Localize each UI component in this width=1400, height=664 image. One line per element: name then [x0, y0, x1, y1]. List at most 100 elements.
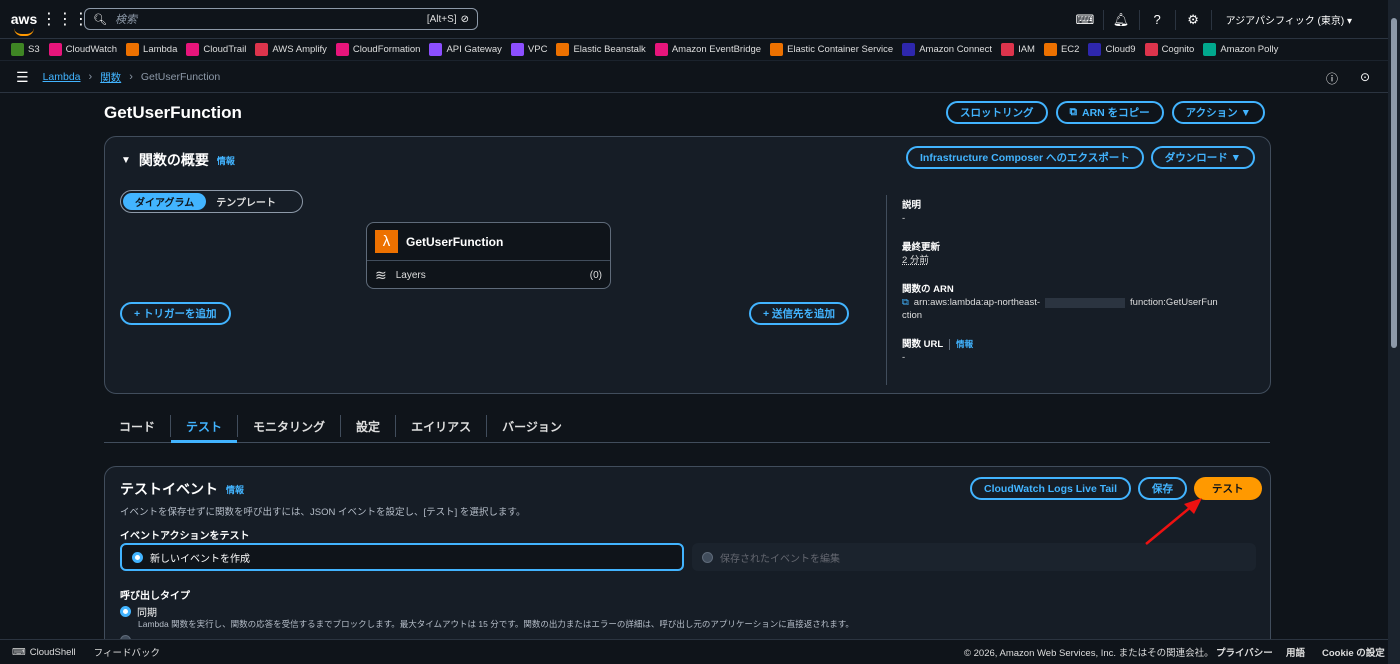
tab-2[interactable]: モニタリング	[238, 415, 342, 437]
overview-info-link[interactable]: 情報	[217, 154, 235, 167]
test-info-link[interactable]: 情報	[226, 483, 244, 496]
edit-saved-label: 保存されたイベントを編集	[720, 553, 840, 565]
function-url-value: -	[902, 352, 906, 363]
export-composer-button[interactable]: Infrastructure Composer へのエクスポート	[906, 146, 1144, 169]
tab-4[interactable]: エイリアス	[396, 415, 488, 437]
tab-1[interactable]: テスト	[171, 415, 239, 443]
layers-label[interactable]: Layers	[396, 270, 426, 281]
favorite-label: Cognito	[1161, 44, 1195, 55]
favorite-label: AWS Amplify	[272, 44, 327, 55]
favorite-s3[interactable]: S3	[11, 43, 40, 56]
live-tail-button[interactable]: CloudWatch Logs Live Tail	[970, 477, 1132, 500]
service-icon	[510, 43, 524, 56]
services-menu-icon[interactable]: ⋮⋮⋮	[41, 9, 89, 29]
arrow-line	[1145, 505, 1193, 545]
test-event-panel: テストイベント 情報 CloudWatch Logs Live Tail 保存 …	[104, 466, 1271, 656]
cookie-link[interactable]: Cookie の設定	[1322, 645, 1385, 659]
breadcrumb-lambda[interactable]: Lambda	[43, 71, 81, 83]
new-event-radio[interactable]	[132, 551, 143, 563]
arn-part1: arn:aws:lambda:ap-northeast-	[913, 297, 1041, 308]
last-modified-label: 最終更新	[902, 242, 941, 253]
favorite-amazon-polly[interactable]: Amazon Polly	[1203, 43, 1278, 56]
cloudshell-label: CloudShell	[29, 646, 76, 658]
favorite-lambda[interactable]: Lambda	[126, 43, 177, 56]
toggle-diagram[interactable]: ダイアグラム	[123, 193, 207, 210]
favorite-api-gateway[interactable]: API Gateway	[429, 43, 502, 56]
cloudshell-icon[interactable]: ⌨	[1068, 9, 1104, 30]
favorite-aws-amplify[interactable]: AWS Amplify	[255, 43, 327, 56]
favorite-label: API Gateway	[446, 44, 502, 55]
divider	[949, 339, 951, 350]
add-trigger-button[interactable]: + トリガーを追加	[120, 302, 231, 325]
favorite-label: Cloud9	[1105, 44, 1136, 55]
actions-dropdown[interactable]: アクション ▼	[1171, 101, 1265, 124]
collapse-caret-icon[interactable]: ▼	[121, 155, 131, 166]
service-icon	[1144, 43, 1158, 56]
function-tabs: コード テスト モニタリング 設定 エイリアス バージョン	[104, 410, 1270, 443]
new-event-option[interactable]: 新しいイベントを作成	[120, 543, 684, 571]
service-icon	[11, 43, 24, 56]
favorite-label: Amazon Connect	[919, 44, 993, 55]
layers-icon: ≋	[375, 266, 387, 283]
service-icon	[654, 43, 668, 56]
copy-icon[interactable]: ⧉	[902, 296, 909, 309]
cloudshell-link[interactable]: ⌨ CloudShell	[12, 647, 76, 658]
favorite-cloudformation[interactable]: CloudFormation	[335, 43, 420, 56]
add-destination-button[interactable]: + 送信先を追加	[749, 302, 850, 325]
service-icon	[556, 43, 570, 56]
favorite-amazon-connect[interactable]: Amazon Connect	[902, 43, 992, 56]
favorite-iam[interactable]: IAM	[1001, 43, 1035, 56]
favorite-amazon-eventbridge[interactable]: Amazon EventBridge	[654, 43, 761, 56]
favorite-label: Elastic Container Service	[787, 44, 894, 55]
sync-radio[interactable]	[120, 606, 131, 617]
feedback-link[interactable]: フィードバック	[94, 645, 160, 659]
favorite-label: CloudWatch	[65, 44, 118, 55]
favorite-label: IAM	[1018, 44, 1035, 55]
settings-gear-icon[interactable]: ⚙	[1176, 9, 1212, 30]
favorite-ec2[interactable]: EC2	[1043, 43, 1079, 56]
help-icon[interactable]: ?	[1140, 9, 1176, 30]
hamburger-menu-icon[interactable]: ☰	[16, 69, 29, 86]
history-icon[interactable]: ⊙	[1360, 70, 1370, 84]
service-icon	[429, 43, 443, 56]
tab-0[interactable]: コード	[104, 415, 172, 437]
search-clear-icon[interactable]: ⊘	[461, 14, 469, 25]
event-action-label: イベントアクションをテスト	[120, 531, 250, 542]
tab-5[interactable]: バージョン	[487, 415, 577, 437]
favorite-vpc[interactable]: VPC	[510, 43, 547, 56]
favorite-elastic-container-service[interactable]: Elastic Container Service	[770, 43, 893, 56]
info-icon[interactable]: ⓘ	[1326, 70, 1338, 87]
toggle-template[interactable]: テンプレート	[206, 194, 286, 209]
notifications-bell-icon[interactable]: 🔔︎	[1104, 9, 1140, 30]
service-icon	[48, 43, 62, 56]
favorite-elastic-beanstalk[interactable]: Elastic Beanstalk	[556, 43, 646, 56]
download-dropdown[interactable]: ダウンロード ▼	[1150, 146, 1256, 169]
copy-arn-button[interactable]: ⧉ ARN をコピー	[1055, 101, 1164, 124]
lambda-icon: λ	[375, 230, 398, 253]
search-input[interactable]: 🔍︎ 検索 [Alt+S] ⊘	[84, 8, 478, 30]
privacy-link[interactable]: プライバシー	[1216, 645, 1273, 659]
page-scrollbar[interactable]	[1388, 0, 1400, 664]
new-event-label: 新しいイベントを作成	[150, 553, 250, 565]
favorite-cloudtrail[interactable]: CloudTrail	[186, 43, 246, 56]
function-arn: ⧉ arn:aws:lambda:ap-northeast- function:…	[902, 296, 1247, 309]
scrollbar-thumb[interactable]	[1391, 18, 1397, 348]
chevron-right-icon: ›	[129, 71, 133, 83]
favorite-label: Elastic Beanstalk	[573, 44, 646, 55]
favorite-cloud9[interactable]: Cloud9	[1088, 43, 1136, 56]
function-url-info-link[interactable]: 情報	[956, 338, 973, 351]
tab-3[interactable]: 設定	[341, 415, 397, 437]
copy-arn-label: ARN をコピー	[1082, 107, 1150, 119]
terms-link[interactable]: 用語	[1286, 645, 1305, 659]
region-selector[interactable]: アジアパシフィック (東京) ▾	[1212, 12, 1352, 27]
aws-logo[interactable]: aws	[0, 11, 48, 36]
terminal-icon: ⌨	[12, 646, 26, 658]
favorite-cognito[interactable]: Cognito	[1144, 43, 1195, 56]
throttle-button[interactable]: スロットリング	[946, 101, 1048, 124]
page-title: GetUserFunction	[104, 103, 242, 122]
favorite-cloudwatch[interactable]: CloudWatch	[48, 43, 118, 56]
breadcrumb-functions[interactable]: 関数	[100, 70, 121, 85]
edit-saved-radio[interactable]	[702, 551, 713, 563]
function-card[interactable]: λ GetUserFunction ≋ Layers (0)	[366, 222, 611, 289]
test-event-title: テストイベント	[120, 481, 218, 497]
